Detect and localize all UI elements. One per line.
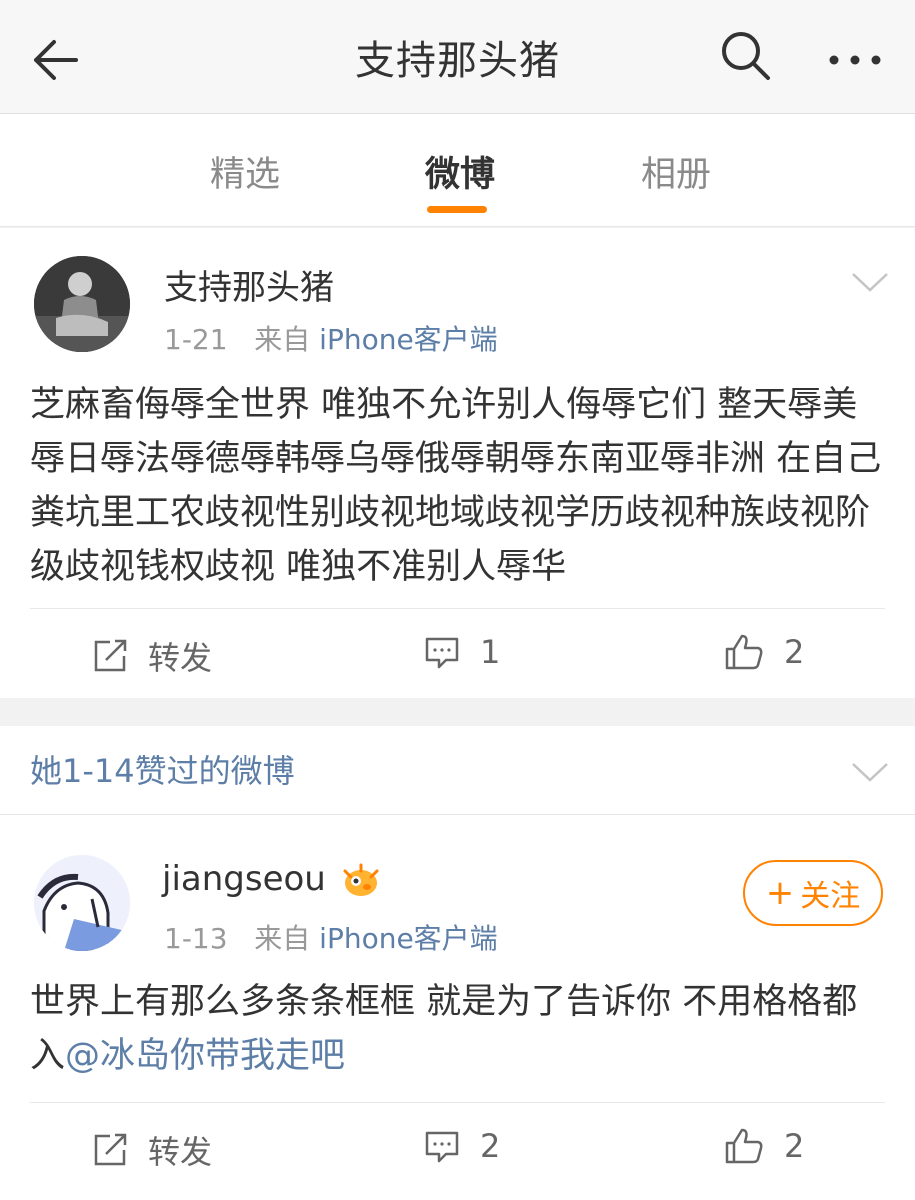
follow-plus-icon: + [765, 873, 795, 913]
like-button[interactable]: 2 [724, 1127, 804, 1165]
page-title: 支持那头猪 [355, 38, 560, 84]
top-bar: 支持那头猪 [0, 0, 915, 114]
repost-icon [94, 1133, 127, 1166]
like-icon [725, 1128, 763, 1164]
like-button[interactable]: 2 [724, 633, 804, 671]
like-icon [725, 634, 763, 670]
post-date: 1-13 [164, 922, 228, 955]
comment-icon [425, 1131, 459, 1163]
post-from: 来自 [254, 323, 311, 356]
follow-label: 关注 [800, 879, 861, 914]
repost-label: 转发 [148, 639, 213, 677]
post-date: 1-21 [164, 323, 228, 356]
repost-button[interactable]: 转发 [92, 633, 212, 679]
repost-label: 转发 [148, 1133, 213, 1171]
divider [30, 1102, 885, 1103]
post-card: jiangseou 1-13 来自 iPhone客户端 + 关注 世界上有那么多… [0, 815, 915, 1200]
author-name[interactable]: jiangseou [162, 859, 381, 899]
like-count: 2 [784, 633, 805, 671]
post-meta: 1-13 来自 iPhone客户端 [164, 917, 498, 957]
liked-section-label: 她1-14赞过的微博 [30, 752, 295, 790]
repost-icon [94, 639, 127, 672]
author-name[interactable]: 支持那头猪 [164, 260, 334, 309]
avatar-illustration [34, 855, 130, 951]
comment-count: 2 [480, 1127, 501, 1165]
post-text: 芝麻畜侮辱全世界 唯独不允许别人侮辱它们 整天辱美辱日辱法辱德辱韩辱乌辱俄辱朝辱… [30, 385, 882, 587]
divider [30, 608, 885, 609]
post-text: 世界上有那么多条条框框 就是为了告诉你 不用格格都入@冰岛你带我走吧 [30, 975, 890, 1083]
avatar[interactable] [34, 256, 130, 352]
post-source[interactable]: iPhone客户端 [319, 323, 498, 356]
tab-weibo[interactable]: 微博 [400, 146, 520, 197]
post-meta: 1-21 来自 iPhone客户端 [164, 318, 498, 358]
avatar[interactable] [34, 855, 130, 951]
mention-link[interactable]: @冰岛你带我走吧 [65, 1036, 345, 1076]
author-name-text: jiangseou [162, 859, 326, 899]
comment-icon [425, 637, 459, 669]
liked-section-header[interactable]: 她1-14赞过的微博 [0, 726, 915, 815]
profile-tabs: 精选 微博 相册 [0, 114, 915, 227]
chevron-down-icon[interactable] [850, 270, 890, 294]
tab-featured[interactable]: 精选 [185, 146, 305, 197]
comment-button[interactable]: 1 [424, 633, 500, 671]
tab-album[interactable]: 相册 [616, 146, 736, 197]
avatar-photo [34, 256, 130, 352]
more-icon [829, 55, 881, 65]
search-button[interactable] [718, 28, 774, 84]
post-card: 支持那头猪 1-21 来自 iPhone客户端 芝麻畜侮辱全世界 唯独不允许别人… [0, 228, 915, 698]
post-source[interactable]: iPhone客户端 [319, 922, 498, 955]
post-from: 来自 [254, 922, 311, 955]
comment-button[interactable]: 2 [424, 1127, 500, 1165]
follow-button[interactable]: + 关注 [743, 860, 883, 926]
like-count: 2 [784, 1127, 805, 1165]
chevron-down-icon[interactable] [850, 760, 890, 784]
badge-icon [343, 863, 379, 896]
more-button[interactable] [826, 40, 886, 80]
search-icon [722, 32, 770, 80]
active-tab-indicator [427, 206, 487, 213]
comment-count: 1 [480, 633, 501, 671]
repost-button[interactable]: 转发 [92, 1127, 212, 1173]
